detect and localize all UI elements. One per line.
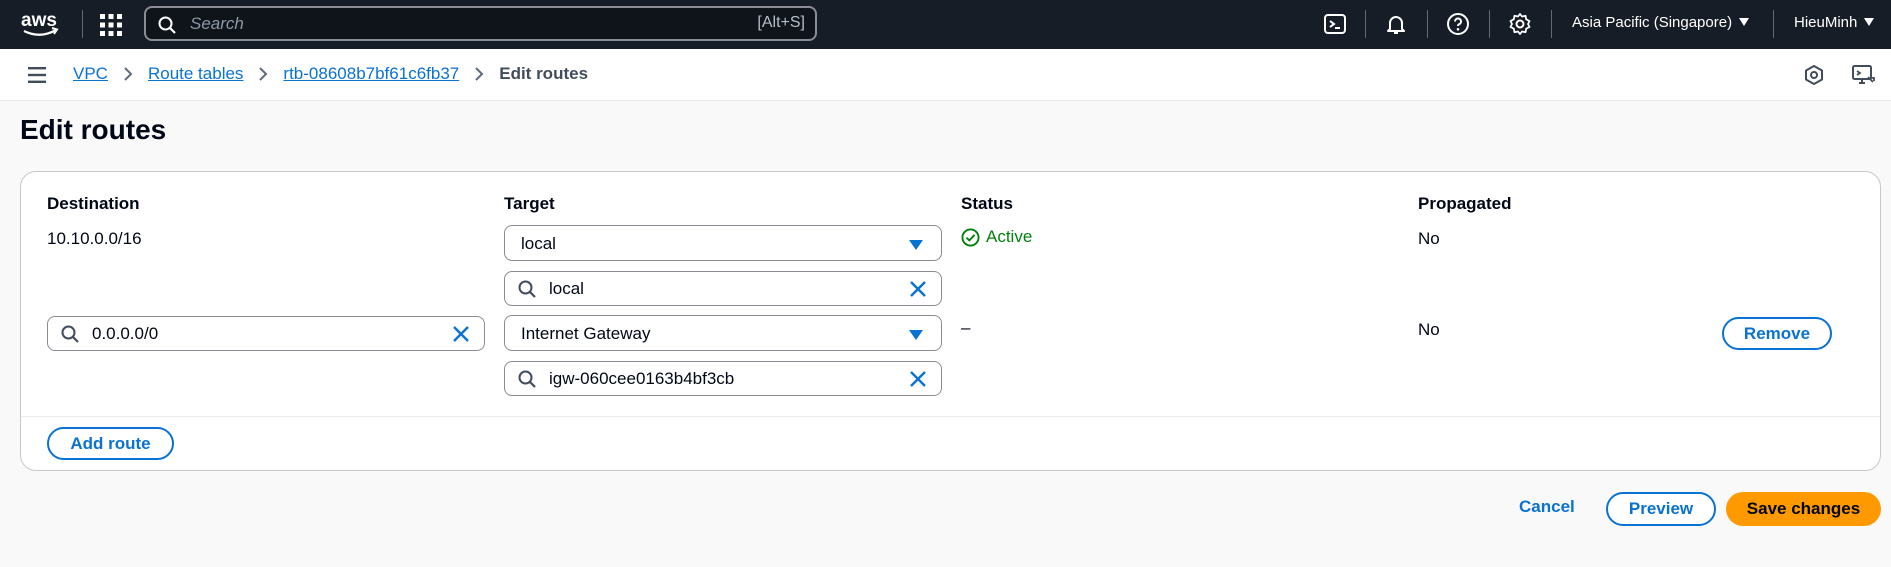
target-input-row2[interactable]: [549, 368, 889, 390]
search-icon: [518, 280, 536, 298]
chevron-right-icon: [124, 67, 133, 81]
target-type-value: local: [521, 234, 556, 253]
clear-x-icon[interactable]: [909, 280, 927, 298]
target-type-value: Internet Gateway: [521, 324, 651, 343]
check-circle-icon: [961, 227, 980, 247]
destination-autosuggest-row2[interactable]: [47, 316, 485, 351]
nav-divider: [1773, 10, 1774, 38]
breadcrumb-route-tables[interactable]: Route tables: [148, 64, 243, 84]
breadcrumb: VPC Route tables rtb-08608b7bf61c6fb37 E…: [73, 64, 588, 84]
monitor-feedback-icon[interactable]: [1851, 63, 1875, 87]
nav-divider: [1489, 10, 1490, 38]
destination-input-row2[interactable]: [92, 323, 432, 345]
remove-route-button[interactable]: Remove: [1722, 317, 1832, 350]
notifications-bell-icon[interactable]: [1384, 12, 1408, 36]
search-input[interactable]: [190, 13, 690, 35]
caret-down-icon: [1739, 18, 1750, 26]
cancel-button[interactable]: Cancel: [1519, 497, 1575, 517]
route-destination-static: 10.10.0.0/16: [47, 229, 142, 248]
search-icon: [518, 370, 536, 388]
target-autosuggest-row2[interactable]: [504, 361, 942, 396]
chevron-right-icon: [475, 67, 484, 81]
user-name: HieuMinh: [1794, 14, 1858, 31]
status-empty: –: [961, 318, 971, 337]
target-autosuggest-row1[interactable]: [504, 271, 942, 306]
status-text: Active: [986, 227, 1033, 246]
aws-logo-icon[interactable]: aws: [20, 9, 62, 39]
column-header-destination: Destination: [47, 194, 140, 213]
breadcrumb-vpc[interactable]: VPC: [73, 64, 108, 84]
propagated-value: No: [1418, 320, 1440, 339]
breadcrumb-current: Edit routes: [499, 64, 589, 83]
user-menu[interactable]: HieuMinh: [1794, 14, 1875, 31]
nav-divider: [1427, 10, 1428, 38]
target-input-row1[interactable]: [549, 278, 889, 300]
hexagon-settings-icon[interactable]: [1802, 63, 1826, 87]
caret-down-icon: [909, 330, 923, 340]
help-icon[interactable]: [1446, 12, 1470, 36]
caret-down-icon: [1864, 18, 1875, 26]
apps-grid-icon[interactable]: [99, 13, 123, 37]
page-title: Edit routes: [20, 114, 167, 145]
preview-button[interactable]: Preview: [1606, 492, 1716, 526]
column-header-target: Target: [504, 194, 555, 213]
save-changes-button[interactable]: Save changes: [1726, 492, 1881, 526]
propagated-value: No: [1418, 229, 1440, 248]
nav-divider: [1365, 10, 1366, 38]
status-active-badge: Active: [961, 227, 1032, 247]
target-type-select-row1[interactable]: local: [504, 225, 942, 261]
section-divider: [21, 416, 1880, 417]
nav-divider: [1551, 10, 1552, 38]
breadcrumb-route-table-id[interactable]: rtb-08608b7bf61c6fb37: [283, 64, 459, 84]
top-navigation: aws [Alt+S] As: [0, 0, 1891, 49]
menu-hamburger-icon[interactable]: [28, 66, 50, 84]
routes-container: Destination Target Status Propagated 10.…: [20, 171, 1881, 471]
region-label: Asia Pacific (Singapore): [1572, 14, 1733, 31]
add-route-button[interactable]: Add route: [47, 427, 174, 460]
chevron-right-icon: [259, 67, 268, 81]
search-icon: [158, 16, 176, 34]
nav-divider: [82, 10, 83, 38]
caret-down-icon: [909, 240, 923, 250]
clear-x-icon[interactable]: [909, 370, 927, 388]
search-icon: [61, 325, 79, 343]
breadcrumb-bar: VPC Route tables rtb-08608b7bf61c6fb37 E…: [0, 49, 1891, 101]
search-shortcut-hint: [Alt+S]: [757, 14, 805, 31]
column-header-propagated: Propagated: [1418, 194, 1512, 213]
target-type-select-row2[interactable]: Internet Gateway: [504, 315, 942, 351]
aws-logo-text: aws: [21, 10, 57, 31]
column-header-status: Status: [961, 194, 1013, 213]
cloudshell-icon[interactable]: [1323, 12, 1347, 36]
clear-x-icon[interactable]: [452, 325, 470, 343]
region-selector[interactable]: Asia Pacific (Singapore): [1572, 14, 1750, 31]
global-search[interactable]: [Alt+S]: [144, 6, 817, 41]
settings-gear-icon[interactable]: [1508, 12, 1532, 36]
